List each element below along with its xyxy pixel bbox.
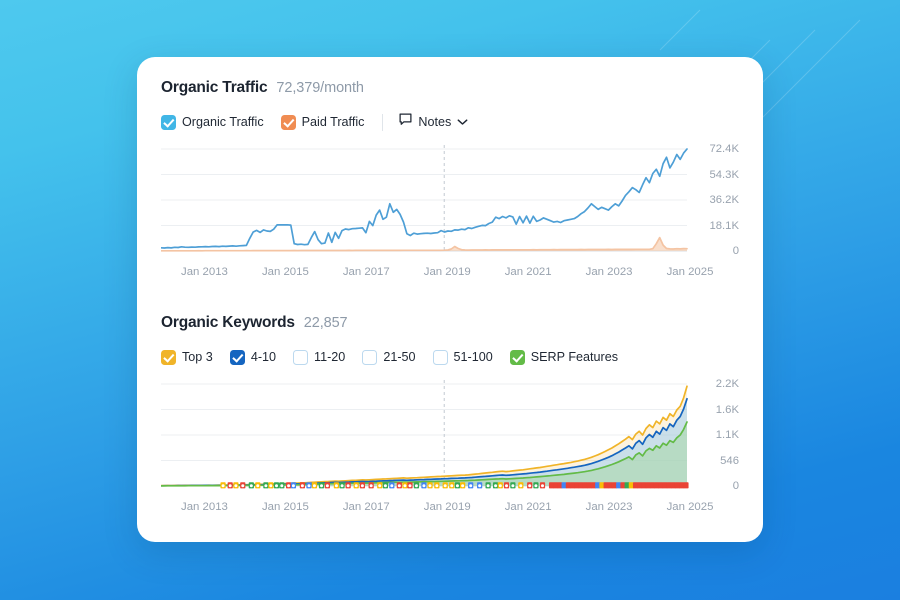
checkbox-paid-traffic[interactable] xyxy=(280,114,296,130)
x-tick-label: Jan 2021 xyxy=(504,266,552,278)
organic-traffic-y-axis: 0 18.1K 36.2K 54.3K 72.4K xyxy=(693,143,739,261)
chevron-down-icon xyxy=(457,113,468,131)
x-tick-label: Jan 2023 xyxy=(585,501,633,513)
organic-traffic-title: Organic Traffic xyxy=(161,79,268,96)
legend-label-21-50: 21-50 xyxy=(383,350,416,364)
x-tick-label: Jan 2015 xyxy=(261,501,309,513)
x-tick-label: Jan 2025 xyxy=(666,501,714,513)
y-tick-label: 18.1K xyxy=(709,219,739,232)
legend-item-serp-features[interactable]: SERP Features xyxy=(509,349,619,365)
x-tick-label: Jan 2017 xyxy=(342,501,390,513)
x-tick-label: Jan 2013 xyxy=(181,501,228,513)
checkbox-21-50[interactable] xyxy=(362,349,378,365)
y-tick-label: 546 xyxy=(720,454,739,467)
organic-keywords-value: 22,857 xyxy=(303,315,348,331)
y-tick-label: 54.3K xyxy=(709,168,739,181)
organic-keywords-legend: Top 3 4-10 11-20 21-50 51-100 SERP Features xyxy=(161,348,739,366)
organic-keywords-title: Organic Keywords xyxy=(161,314,295,331)
legend-label-paid-traffic: Paid Traffic xyxy=(301,115,365,129)
organic-traffic-chart[interactable]: 0 18.1K 36.2K 54.3K 72.4K Jan 2013 Jan 2015 Ja… xyxy=(161,143,739,284)
y-tick-label: 1.6K xyxy=(715,403,739,416)
legend-item-top-3[interactable]: Top 3 xyxy=(161,349,213,365)
x-tick-label: Jan 2025 xyxy=(666,266,714,278)
organic-traffic-plot xyxy=(161,145,688,252)
legend-label-51-100: 51-100 xyxy=(453,350,493,364)
organic-traffic-value: 72,379/month xyxy=(276,80,364,96)
organic-keywords-header: Organic Keywords 22,857 xyxy=(161,314,739,334)
legend-label-11-20: 11-20 xyxy=(314,350,346,364)
legend-item-4-10[interactable]: 4-10 xyxy=(229,349,277,365)
organic-keywords-chart[interactable]: 0 546 1.1K 1.6K 2.2K Jan 2013 Jan 2015 Jan 201… xyxy=(161,378,739,519)
x-tick-label: Jan 2017 xyxy=(342,266,390,278)
y-tick-label: 2.2K xyxy=(715,378,739,390)
checkbox-organic-traffic[interactable] xyxy=(161,114,176,130)
x-tick-label: Jan 2015 xyxy=(261,266,309,278)
line-organic-traffic xyxy=(161,148,688,249)
x-tick-label: Jan 2019 xyxy=(423,266,471,278)
organic-traffic-section: Organic Traffic 72,379/month Organic Tra… xyxy=(161,79,739,284)
x-tick-label: Jan 2023 xyxy=(585,266,633,278)
organic-keywords-plot xyxy=(161,380,689,489)
checkbox-11-20[interactable] xyxy=(293,349,309,365)
line-paid-traffic xyxy=(161,236,688,252)
x-tick-label: Jan 2019 xyxy=(423,501,471,513)
notes-label: Notes xyxy=(418,115,452,129)
notes-dropdown[interactable]: Notes xyxy=(399,113,468,131)
checkbox-51-100[interactable] xyxy=(432,349,448,365)
x-tick-label: Jan 2021 xyxy=(504,501,552,513)
legend-item-11-20[interactable]: 11-20 xyxy=(293,349,346,365)
organic-traffic-header: Organic Traffic 72,379/month xyxy=(161,79,739,99)
note-bubble-icon xyxy=(399,113,412,131)
organic-traffic-legend: Organic Traffic Paid Traffic Notes xyxy=(161,113,739,131)
y-tick-label: 72.4K xyxy=(709,143,739,155)
legend-label-organic-traffic: Organic Traffic xyxy=(182,115,264,129)
organic-keywords-section: Organic Keywords 22,857 Top 3 4-10 11-20 21… xyxy=(161,314,739,519)
analytics-card: Organic Traffic 72,379/month Organic Tra… xyxy=(137,57,763,542)
y-tick-label: 36.2K xyxy=(709,194,739,206)
x-tick-label: Jan 2013 xyxy=(181,266,228,278)
checkbox-serp-features[interactable] xyxy=(509,349,525,365)
legend-item-organic-traffic[interactable]: Organic Traffic xyxy=(161,114,264,130)
legend-item-paid-traffic[interactable]: Paid Traffic xyxy=(280,114,365,130)
legend-item-21-50[interactable]: 21-50 xyxy=(362,349,416,365)
legend-label-4-10: 4-10 xyxy=(250,350,277,364)
organic-traffic-x-axis: Jan 2013 Jan 2015 Jan 2017 Jan 2019 Jan 2021… xyxy=(164,266,713,284)
y-tick-label: 0 xyxy=(732,245,739,257)
legend-divider xyxy=(382,113,384,131)
legend-item-51-100[interactable]: 51-100 xyxy=(432,349,493,365)
legend-label-top-3: Top 3 xyxy=(182,350,213,364)
organic-keywords-x-axis: Jan 2013 Jan 2015 Jan 2017 Jan 2019 Jan 2021… xyxy=(164,501,713,519)
y-tick-label: 0 xyxy=(732,480,739,492)
organic-keywords-y-axis: 0 546 1.1K 1.6K 2.2K xyxy=(693,378,739,496)
checkbox-4-10[interactable] xyxy=(229,349,245,365)
legend-label-serp-features: SERP Features xyxy=(530,350,619,364)
checkbox-top-3[interactable] xyxy=(161,349,176,365)
y-tick-label: 1.1K xyxy=(715,429,739,441)
